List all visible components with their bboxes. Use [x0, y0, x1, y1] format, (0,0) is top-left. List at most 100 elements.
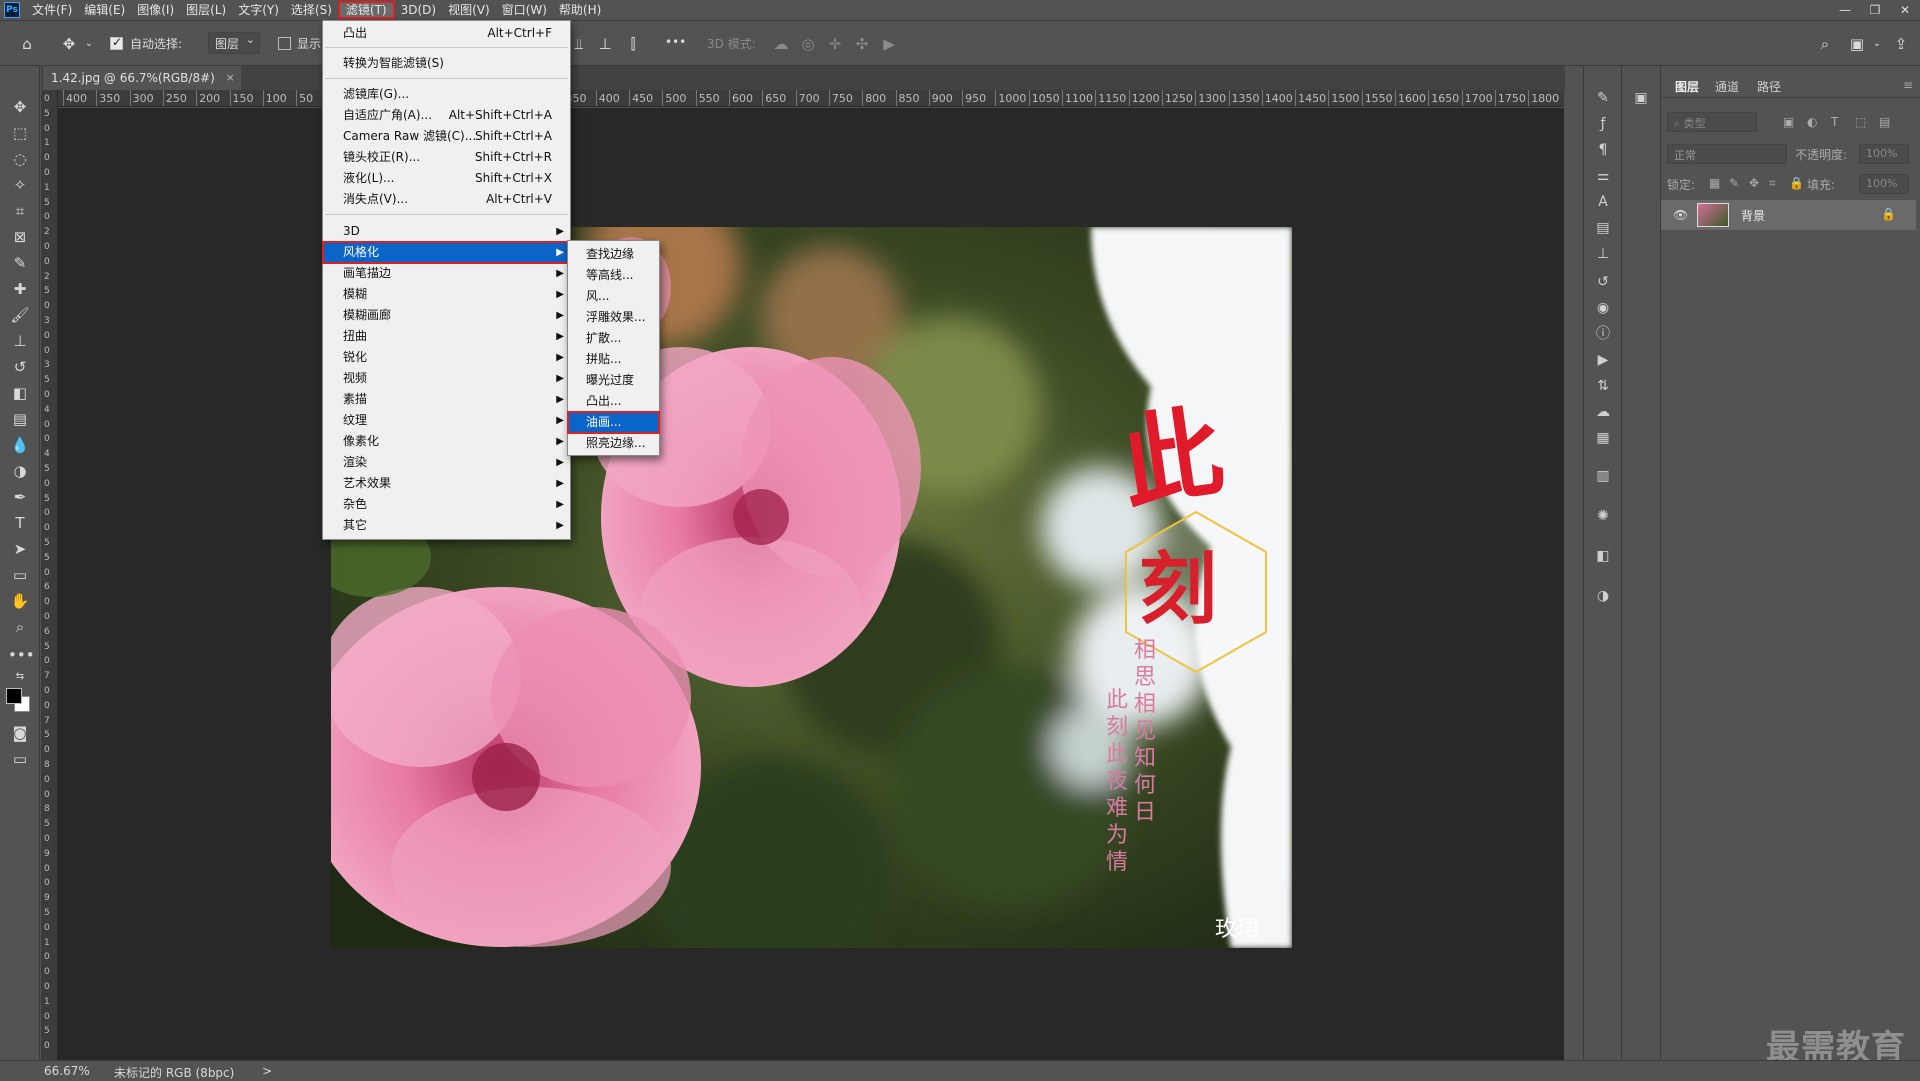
navigator-icon[interactable]: ▣: [1630, 88, 1652, 108]
color-icon[interactable]: ◉: [1592, 298, 1614, 318]
fill-input[interactable]: 100%: [1859, 174, 1909, 194]
history-brush-tool-icon[interactable]: ↺: [8, 356, 32, 378]
rectangle-tool-icon[interactable]: ▭: [8, 564, 32, 586]
info-icon[interactable]: ⓘ: [1592, 324, 1614, 344]
submenu-sharpen[interactable]: 锐化 ▶: [323, 347, 570, 368]
solarize-item[interactable]: 曝光过度: [568, 370, 659, 391]
notes-icon[interactable]: ▥: [1592, 466, 1614, 486]
3d-icon[interactable]: ☁: [1592, 402, 1614, 422]
orbit-3d-icon[interactable]: ☁: [770, 33, 792, 55]
roll-3d-icon[interactable]: ◎: [797, 33, 819, 55]
submenu-brush-strokes[interactable]: 画笔描边 ▶: [323, 263, 570, 284]
adaptive-wide-angle-item[interactable]: 自适应广角(A)... Alt+Shift+Ctrl+A: [323, 105, 570, 126]
actions-icon[interactable]: ▶: [1592, 350, 1614, 370]
menu-3d[interactable]: 3D(D): [395, 1, 442, 19]
swatches-icon[interactable]: ◑: [1592, 586, 1614, 606]
vanishing-point-item[interactable]: 消失点(V)... Alt+Ctrl+V: [323, 189, 570, 210]
workspace-chevron-icon[interactable]: ⌄: [1866, 33, 1888, 55]
layer-comps-icon[interactable]: ⇅: [1592, 376, 1614, 396]
foreground-color-swatch[interactable]: [6, 688, 22, 704]
history-icon[interactable]: ↺: [1592, 272, 1614, 292]
layer-filter-select[interactable]: ⌕ 类型: [1667, 112, 1757, 132]
zoom-tool-icon[interactable]: ⌕: [8, 616, 32, 638]
oil-paint-item[interactable]: 油画...: [567, 411, 660, 434]
submenu-render[interactable]: 渲染 ▶: [323, 452, 570, 473]
opacity-input[interactable]: 100%: [1859, 144, 1909, 164]
submenu-other[interactable]: 其它 ▶: [323, 515, 570, 536]
glowing-edges-item[interactable]: 照亮边缘...: [568, 433, 659, 454]
menu-image[interactable]: 图像(I): [131, 1, 180, 19]
tiles-item[interactable]: 拼贴...: [568, 349, 659, 370]
crop-tool-icon[interactable]: ⌗: [8, 200, 32, 222]
menu-help[interactable]: 帮助(H): [553, 1, 607, 19]
screen-mode-icon[interactable]: ▭: [8, 748, 32, 770]
submenu-distort[interactable]: 扭曲 ▶: [323, 326, 570, 347]
libraries-icon[interactable]: ▤: [1592, 218, 1614, 238]
quick-mask-icon[interactable]: ◙: [8, 722, 32, 744]
menu-window[interactable]: 窗口(W): [496, 1, 553, 19]
show-transform-checkbox[interactable]: [278, 37, 291, 50]
menu-select[interactable]: 选择(S): [285, 1, 338, 19]
menu-filter[interactable]: 滤镜(T): [337, 1, 395, 19]
zoom-level[interactable]: 66.67%: [44, 1064, 90, 1078]
move-tool-icon[interactable]: ✥: [8, 96, 32, 118]
liquify-item[interactable]: 液化(L)... Shift+Ctrl+X: [323, 168, 570, 189]
submenu-noise[interactable]: 杂色 ▶: [323, 494, 570, 515]
status-expand-arrow[interactable]: >: [262, 1064, 272, 1078]
emboss-item[interactable]: 浮雕效果...: [568, 307, 659, 328]
layer-visibility-eye-icon[interactable]: 👁: [1673, 208, 1688, 222]
pen-tool-icon[interactable]: ✒: [8, 486, 32, 508]
frame-tool-icon[interactable]: ⊠: [8, 226, 32, 248]
slide-3d-icon[interactable]: ✣: [851, 33, 873, 55]
layer-row-background[interactable]: 👁 背景 🔒: [1661, 200, 1916, 230]
camera-3d-icon[interactable]: ▶: [878, 33, 900, 55]
panel-menu-icon[interactable]: ≡: [1903, 78, 1913, 92]
align-bottom-icon[interactable]: ⫫: [568, 33, 590, 55]
align-right-icon[interactable]: ⫿: [622, 33, 644, 55]
trace-contour-item[interactable]: 等高线...: [568, 265, 659, 286]
lasso-tool-icon[interactable]: ◌: [8, 148, 32, 170]
magic-wand-tool-icon[interactable]: ✧: [8, 174, 32, 196]
filter-smart-object-icon[interactable]: ▤: [1879, 115, 1890, 129]
tab-paths[interactable]: 路径: [1757, 78, 1781, 95]
measurement-icon[interactable]: ▦: [1592, 428, 1614, 448]
adjustments-icon[interactable]: ⚌: [1592, 166, 1614, 186]
type-tool-icon[interactable]: T: [8, 512, 32, 534]
blend-mode-select[interactable]: 正常: [1667, 144, 1787, 164]
submenu-pixelate[interactable]: 像素化 ▶: [323, 431, 570, 452]
workspace-icon[interactable]: ▣: [1846, 33, 1868, 55]
lock-position-icon[interactable]: ✥: [1749, 176, 1759, 190]
auto-select-target-dropdown[interactable]: 图层: [208, 32, 260, 54]
photoshop-logo-icon[interactable]: Ps: [4, 2, 20, 18]
submenu-video[interactable]: 视频 ▶: [323, 368, 570, 389]
brush-settings-icon[interactable]: ✎: [1592, 88, 1614, 108]
character-icon[interactable]: A: [1592, 192, 1614, 212]
paragraph-icon[interactable]: ¶: [1592, 140, 1614, 160]
close-button[interactable]: ✕: [1890, 0, 1920, 20]
submenu-sketch[interactable]: 素描 ▶: [323, 389, 570, 410]
styles-icon[interactable]: ƒ: [1592, 114, 1614, 134]
restore-button[interactable]: ❐: [1860, 0, 1890, 20]
home-icon[interactable]: ⌂: [16, 33, 38, 55]
tab-channels[interactable]: 通道: [1715, 78, 1739, 95]
wind-item[interactable]: 风...: [568, 286, 659, 307]
menu-file[interactable]: 文件(F): [26, 1, 78, 19]
submenu-blur-gallery[interactable]: 模糊画廊 ▶: [323, 305, 570, 326]
align-top-icon[interactable]: ⊥: [594, 33, 616, 55]
filter-shape-icon[interactable]: ⬚: [1855, 115, 1866, 129]
blur-tool-icon[interactable]: 💧: [8, 434, 32, 456]
lock-all-icon[interactable]: 🔒: [1789, 176, 1804, 190]
camera-raw-filter-item[interactable]: Camera Raw 滤镜(C)... Shift+Ctrl+A: [323, 126, 570, 147]
filter-gallery-item[interactable]: 滤镜库(G)...: [323, 84, 570, 105]
minimize-button[interactable]: —: [1830, 0, 1860, 20]
marquee-tool-icon[interactable]: ⬚: [8, 122, 32, 144]
submenu-3d[interactable]: 3D ▶: [323, 221, 570, 242]
share-icon[interactable]: ⇪: [1890, 33, 1912, 55]
submenu-blur[interactable]: 模糊 ▶: [323, 284, 570, 305]
healing-brush-tool-icon[interactable]: ✚: [8, 278, 32, 300]
move-tool-icon[interactable]: ✥: [58, 33, 80, 55]
clone-stamp-tool-icon[interactable]: ⊥: [8, 330, 32, 352]
diffuse-item[interactable]: 扩散...: [568, 328, 659, 349]
hand-tool-icon[interactable]: ✋: [8, 590, 32, 612]
lock-transparent-icon[interactable]: ▦: [1709, 176, 1720, 190]
